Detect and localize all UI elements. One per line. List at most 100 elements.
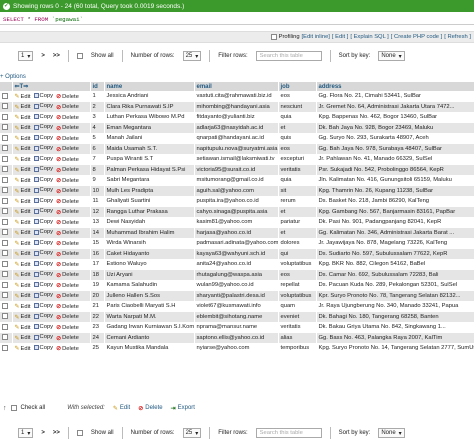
- header-name[interactable]: name: [104, 82, 195, 91]
- cell-address[interactable]: Gg. Bass No. 463, Palangka Raya 2007, Ka…: [316, 332, 474, 343]
- show-all-checkbox-bottom[interactable]: [76, 430, 83, 436]
- last-page-button[interactable]: >>: [53, 53, 60, 59]
- cell-job[interactable]: et: [278, 122, 317, 133]
- cell-email[interactable]: puspita.ira@yahoo.co.id: [194, 196, 279, 207]
- bulk-delete-button[interactable]: ⊘ Delete: [138, 405, 162, 412]
- cell-email[interactable]: adlarja63@nasyidah.ac.id: [194, 122, 279, 133]
- row-checkbox[interactable]: [2, 281, 8, 288]
- delete-button[interactable]: ⊘ Delete: [56, 135, 79, 143]
- sort-arrows-icon[interactable]: ⇐T⇒: [15, 84, 29, 90]
- cell-name[interactable]: Dewi Nasyidah: [104, 217, 195, 228]
- cell-address[interactable]: Ds. Basket No. 218, Jambi 86290, KalTeng: [316, 196, 474, 207]
- cell-address[interactable]: Ds. Camar No. 692, Subulussalam 72283, B…: [316, 269, 474, 280]
- cell-address[interactable]: Dk. Bakau Griya Utama No. 842, Singkawan…: [316, 322, 474, 333]
- cell-address[interactable]: Gg. Kalimatan No. 346, Administrasi Jaka…: [316, 227, 474, 238]
- delete-button[interactable]: ⊘ Delete: [56, 251, 79, 258]
- delete-button[interactable]: ⊘ Delete: [56, 198, 79, 206]
- delete-button[interactable]: ⊘ Delete: [56, 314, 79, 321]
- cell-email[interactable]: aguih.sal@yahoo.com: [194, 185, 279, 196]
- copy-button[interactable]: Copy: [33, 303, 53, 309]
- edit-button[interactable]: ✎ Edit: [15, 345, 31, 353]
- filter-rows-input-bottom[interactable]: Search this table: [255, 428, 322, 438]
- edit-button[interactable]: ✎ Edit: [15, 293, 31, 300]
- delete-button[interactable]: ⊘ Delete: [56, 188, 79, 195]
- edit-button[interactable]: ✎ Edit: [15, 303, 31, 311]
- header-email[interactable]: email: [194, 82, 279, 91]
- cell-job[interactable]: quia: [278, 112, 317, 123]
- cell-job[interactable]: nesciunt: [278, 101, 317, 112]
- cell-name[interactable]: Caket Hidayanto: [104, 248, 195, 259]
- delete-button[interactable]: ⊘ Delete: [56, 272, 79, 279]
- delete-button[interactable]: ⊘ Delete: [56, 335, 79, 342]
- cell-job[interactable]: temporibus: [278, 343, 317, 354]
- cell-id[interactable]: 17: [90, 259, 105, 270]
- cell-id[interactable]: 25: [90, 343, 105, 354]
- cell-name[interactable]: Luthan Perkasa Wibowo M.Pd: [104, 112, 195, 123]
- cell-name[interactable]: Wirda Winarsih: [104, 238, 195, 249]
- create-php-link[interactable]: [ Create PHP code ]: [391, 34, 442, 40]
- cell-job[interactable]: veritatis: [278, 164, 317, 175]
- cell-job[interactable]: qui: [278, 248, 317, 259]
- edit-button[interactable]: ✎ Edit: [15, 167, 31, 174]
- row-checkbox[interactable]: [2, 292, 8, 299]
- cell-email[interactable]: nyiarse@yahoo.com: [194, 343, 279, 354]
- row-checkbox[interactable]: [2, 92, 8, 99]
- edit-button[interactable]: ✎ Edit: [15, 219, 31, 227]
- cell-email[interactable]: vastuti.cita@rahmawati.biz.id: [194, 91, 279, 102]
- cell-name[interactable]: Estiono Waluyo: [104, 259, 195, 270]
- row-checkbox[interactable]: [2, 187, 8, 194]
- edit-button[interactable]: ✎ Edit: [15, 240, 31, 248]
- row-checkbox[interactable]: [2, 260, 8, 267]
- sort-by-key-select-bottom[interactable]: None ▾: [378, 428, 405, 438]
- cell-job[interactable]: dolores: [278, 238, 317, 249]
- copy-button[interactable]: Copy: [33, 187, 53, 193]
- cell-email[interactable]: fitdayanto@yulianti.biz: [194, 112, 279, 123]
- cell-address[interactable]: Dk. Bahagi No. 180, Tangerang 68258, Ban…: [316, 311, 474, 322]
- cell-job[interactable]: eos: [278, 269, 317, 280]
- header-job[interactable]: job: [278, 82, 317, 91]
- cell-id[interactable]: 9: [90, 175, 105, 186]
- copy-button[interactable]: Copy: [33, 240, 53, 246]
- copy-button[interactable]: Copy: [33, 208, 53, 214]
- row-checkbox[interactable]: [2, 313, 8, 320]
- edit-button[interactable]: ✎ Edit: [15, 335, 31, 342]
- cell-id[interactable]: 23: [90, 322, 105, 333]
- cell-id[interactable]: 1: [90, 91, 105, 102]
- row-checkbox[interactable]: [2, 176, 8, 183]
- copy-button[interactable]: Copy: [33, 166, 53, 172]
- edit-button[interactable]: ✎ Edit: [15, 230, 31, 237]
- edit-button[interactable]: ✎ Edit: [15, 324, 31, 332]
- cell-id[interactable]: 18: [90, 269, 105, 280]
- cell-id[interactable]: 20: [90, 290, 105, 301]
- cell-name[interactable]: Eman Megantara: [104, 122, 195, 133]
- cell-address[interactable]: Kpg. Gambang No. 567, Banjarmasin 83161,…: [316, 206, 474, 217]
- delete-button[interactable]: ⊘ Delete: [56, 167, 79, 174]
- cell-email[interactable]: nprama@mansur.name: [194, 322, 279, 333]
- row-checkbox[interactable]: [2, 229, 8, 236]
- cell-id[interactable]: 12: [90, 206, 105, 217]
- delete-button[interactable]: ⊘ Delete: [56, 240, 79, 248]
- next-page-button[interactable]: >: [41, 53, 45, 59]
- copy-button[interactable]: Copy: [33, 324, 53, 330]
- cell-email[interactable]: kasim81@yahoo.com: [194, 217, 279, 228]
- copy-button[interactable]: Copy: [33, 334, 53, 340]
- cell-address[interactable]: Gg. Suryo No. 293, Surakarta 48907, Aceh: [316, 133, 474, 144]
- cell-id[interactable]: 24: [90, 332, 105, 343]
- cell-name[interactable]: Puspa Wiranti S.T: [104, 154, 195, 165]
- last-page-button-bottom[interactable]: >>: [53, 430, 60, 436]
- cell-email[interactable]: sharyanti@palastri.desa.id: [194, 290, 279, 301]
- cell-address[interactable]: Gg. Flora No. 21, Cimahi 53441, SulBar: [316, 91, 474, 102]
- cell-name[interactable]: Paris Ciaobelli Maryati S.H: [104, 301, 195, 312]
- edit-button[interactable]: ✎ Edit: [15, 156, 31, 164]
- delete-button[interactable]: ⊘ Delete: [56, 114, 79, 122]
- row-checkbox[interactable]: [2, 334, 8, 341]
- edit-button[interactable]: ✎ Edit: [15, 282, 31, 290]
- cell-id[interactable]: 4: [90, 122, 105, 133]
- cell-name[interactable]: Cemani Ardianto: [104, 332, 195, 343]
- check-all-label[interactable]: Check all: [21, 405, 46, 411]
- cell-address[interactable]: Jr. Pahlawan No. 41, Manado 66329, SulSe…: [316, 154, 474, 165]
- cell-address[interactable]: Kpg. Bappenas No. 462, Bogor 13460, SulB…: [316, 112, 474, 123]
- row-checkbox[interactable]: [2, 344, 8, 351]
- edit-query-link[interactable]: [ Edit ]: [332, 34, 348, 40]
- row-checkbox[interactable]: [2, 113, 8, 120]
